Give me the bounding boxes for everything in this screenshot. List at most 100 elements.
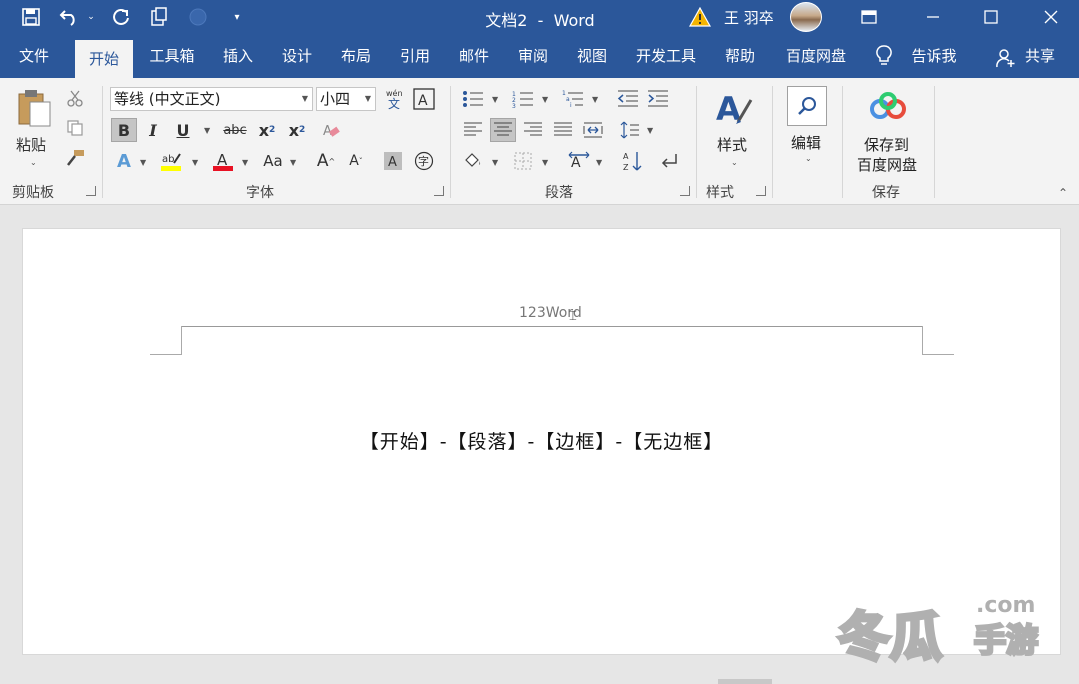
tab-mailings[interactable]: 邮件 — [448, 34, 500, 78]
clipboard-dialog-launcher-icon[interactable] — [86, 186, 96, 196]
decrease-indent-icon[interactable] — [615, 87, 641, 111]
shading-icon[interactable] — [460, 149, 486, 173]
editing-button[interactable]: 编辑 — [791, 132, 821, 153]
horizontal-scrollbar-thumb[interactable] — [718, 679, 772, 684]
line-spacing-icon[interactable] — [617, 118, 643, 142]
tab-help[interactable]: 帮助 — [714, 34, 766, 78]
document-page[interactable]: 123Word ⌶ 【开始】-【段落】-【边框】-【无边框】 冬瓜 .com 手… — [22, 228, 1061, 670]
tab-baidu-pan[interactable]: 百度网盘 — [776, 34, 856, 78]
text-effects-icon[interactable]: A — [111, 149, 137, 173]
save-icon[interactable] — [18, 6, 44, 28]
copy-icon[interactable] — [62, 116, 88, 140]
styles-dialog-launcher-icon[interactable] — [756, 186, 766, 196]
clear-formatting-icon[interactable]: A — [318, 118, 344, 142]
styles-icon[interactable]: A — [712, 86, 756, 130]
cut-icon[interactable] — [62, 86, 88, 110]
chinese-layout-dropdown-icon[interactable]: ▼ — [596, 158, 602, 167]
superscript-button[interactable]: x2 — [284, 118, 310, 142]
tab-insert[interactable]: 插入 — [212, 34, 264, 78]
share-user-icon[interactable] — [994, 46, 1018, 70]
tab-design[interactable]: 设计 — [271, 34, 323, 78]
font-dialog-launcher-icon[interactable] — [434, 186, 444, 196]
underline-button[interactable]: U — [170, 118, 196, 142]
multilevel-dropdown-icon[interactable]: ▼ — [592, 95, 598, 104]
find-icon[interactable] — [787, 86, 827, 126]
enclose-characters-icon[interactable]: 字 — [411, 149, 437, 173]
avatar[interactable] — [790, 2, 822, 32]
change-case-icon[interactable]: Aa — [258, 149, 288, 173]
editing-dropdown-icon[interactable]: ⌄ — [805, 154, 812, 163]
body-instruction-text[interactable]: 【开始】-【段落】-【边框】-【无边框】 — [23, 427, 1060, 454]
tab-review[interactable]: 审阅 — [507, 34, 559, 78]
customize-toolbar-icon[interactable]: ▾ — [228, 8, 246, 26]
undo-dropdown-icon[interactable]: ⌄ — [84, 8, 98, 26]
collapse-ribbon-icon[interactable]: ⌃ — [1058, 186, 1068, 200]
align-left-icon[interactable] — [460, 118, 486, 142]
highlight-color-icon[interactable]: ab — [158, 149, 184, 173]
tab-developer[interactable]: 开发工具 — [628, 34, 704, 78]
phonetic-guide-icon[interactable]: wén 文 — [382, 87, 408, 111]
shrink-font-icon[interactable]: Aˇ — [343, 149, 369, 173]
redo-icon[interactable] — [108, 6, 134, 28]
borders-dropdown-icon[interactable]: ▼ — [542, 158, 548, 167]
increase-indent-icon[interactable] — [645, 87, 671, 111]
save-to-baidu-line1[interactable]: 保存到 — [864, 134, 909, 155]
shading-dropdown-icon[interactable]: ▼ — [492, 158, 498, 167]
bold-button[interactable]: B — [111, 118, 137, 142]
tab-view[interactable]: 视图 — [566, 34, 618, 78]
user-name[interactable]: 王 羽卒 — [724, 7, 774, 28]
tab-file[interactable]: 文件 — [8, 34, 60, 78]
minimize-icon[interactable] — [904, 0, 962, 34]
character-shading-icon[interactable]: A — [380, 149, 406, 173]
align-center-icon[interactable] — [490, 118, 516, 142]
align-right-icon[interactable] — [520, 118, 546, 142]
multilevel-list-icon[interactable]: 1ai — [560, 87, 586, 111]
line-spacing-dropdown-icon[interactable]: ▼ — [647, 126, 653, 135]
tab-references[interactable]: 引用 — [389, 34, 441, 78]
baidu-cloud-icon[interactable] — [866, 88, 910, 124]
share-button[interactable]: 共享 — [1020, 34, 1060, 78]
font-name-select[interactable]: 等线 (中文正文) ▼ — [110, 87, 313, 111]
bullets-icon[interactable] — [460, 87, 486, 111]
ribbon-display-options-icon[interactable] — [840, 0, 898, 34]
borders-icon[interactable] — [510, 149, 536, 173]
touch-mode-icon[interactable] — [146, 6, 172, 28]
styles-button[interactable]: 样式 — [717, 134, 747, 155]
warning-icon[interactable] — [688, 5, 712, 29]
paste-button[interactable]: 粘贴 — [16, 134, 46, 155]
bullets-dropdown-icon[interactable]: ▼ — [492, 95, 498, 104]
distributed-icon[interactable] — [580, 118, 606, 142]
format-painter-icon[interactable] — [62, 146, 88, 170]
close-icon[interactable] — [1022, 0, 1079, 34]
font-size-select[interactable]: 小四 ▼ — [316, 87, 376, 111]
tab-toolbox[interactable]: 工具箱 — [140, 34, 204, 78]
text-effects-dropdown-icon[interactable]: ▼ — [140, 158, 146, 167]
numbering-icon[interactable]: 123 — [510, 87, 536, 111]
subscript-button[interactable]: x2 — [254, 118, 280, 142]
paragraph-dialog-launcher-icon[interactable] — [680, 186, 690, 196]
maximize-icon[interactable] — [962, 0, 1020, 34]
show-marks-icon[interactable] — [656, 149, 682, 173]
styles-dropdown-icon[interactable]: ⌄ — [731, 158, 738, 167]
chinese-layout-icon[interactable]: A — [566, 149, 592, 173]
numbering-dropdown-icon[interactable]: ▼ — [542, 95, 548, 104]
sort-icon[interactable]: AZ — [620, 149, 646, 173]
tell-me-search[interactable]: 告诉我 — [902, 34, 966, 78]
character-border-icon[interactable]: A — [411, 87, 437, 111]
paste-icon[interactable] — [14, 86, 54, 130]
italic-button[interactable]: I — [140, 118, 166, 142]
paste-dropdown-icon[interactable]: ⌄ — [30, 158, 37, 167]
tab-layout[interactable]: 布局 — [330, 34, 382, 78]
font-color-dropdown-icon[interactable]: ▼ — [242, 158, 248, 167]
font-color-icon[interactable]: A — [210, 149, 236, 173]
undo-icon[interactable] — [56, 6, 82, 28]
tab-home[interactable]: 开始 — [75, 40, 133, 78]
justify-icon[interactable] — [550, 118, 576, 142]
grow-font-icon[interactable]: A ^ — [313, 149, 339, 173]
save-to-baidu-line2[interactable]: 百度网盘 — [857, 154, 917, 175]
strikethrough-button[interactable]: abc — [220, 118, 250, 142]
underline-dropdown-icon[interactable]: ▼ — [204, 126, 210, 135]
lightbulb-icon[interactable] — [872, 44, 896, 68]
change-case-dropdown-icon[interactable]: ▼ — [290, 158, 296, 167]
highlight-dropdown-icon[interactable]: ▼ — [192, 158, 198, 167]
